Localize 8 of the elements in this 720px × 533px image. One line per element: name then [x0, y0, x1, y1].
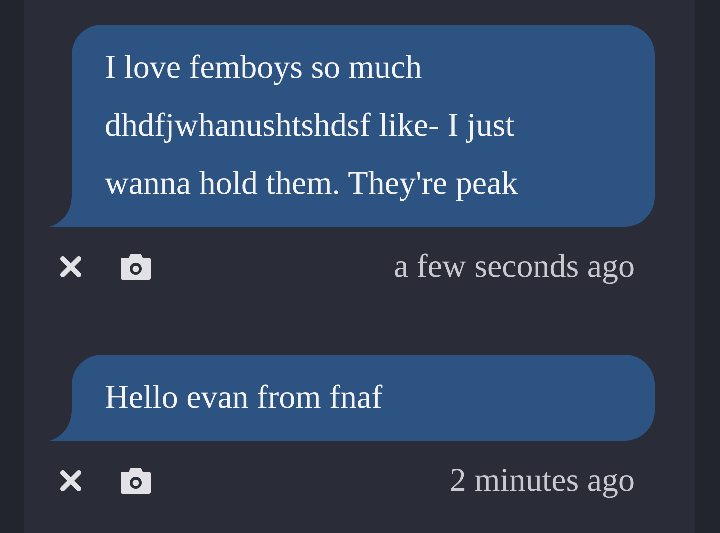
message-text: I love femboys so much dhdfjwhanushtshdsf like- I just wanna hold them. They're peak — [72, 25, 655, 227]
message-text: Hello evan from fnaf — [72, 355, 655, 441]
close-icon[interactable] — [60, 470, 82, 492]
timestamp: 2 minutes ago — [450, 462, 635, 500]
timestamp: a few seconds ago — [394, 248, 635, 286]
camera-icon[interactable] — [120, 253, 152, 281]
camera-icon[interactable] — [120, 467, 152, 495]
close-icon[interactable] — [60, 256, 82, 278]
